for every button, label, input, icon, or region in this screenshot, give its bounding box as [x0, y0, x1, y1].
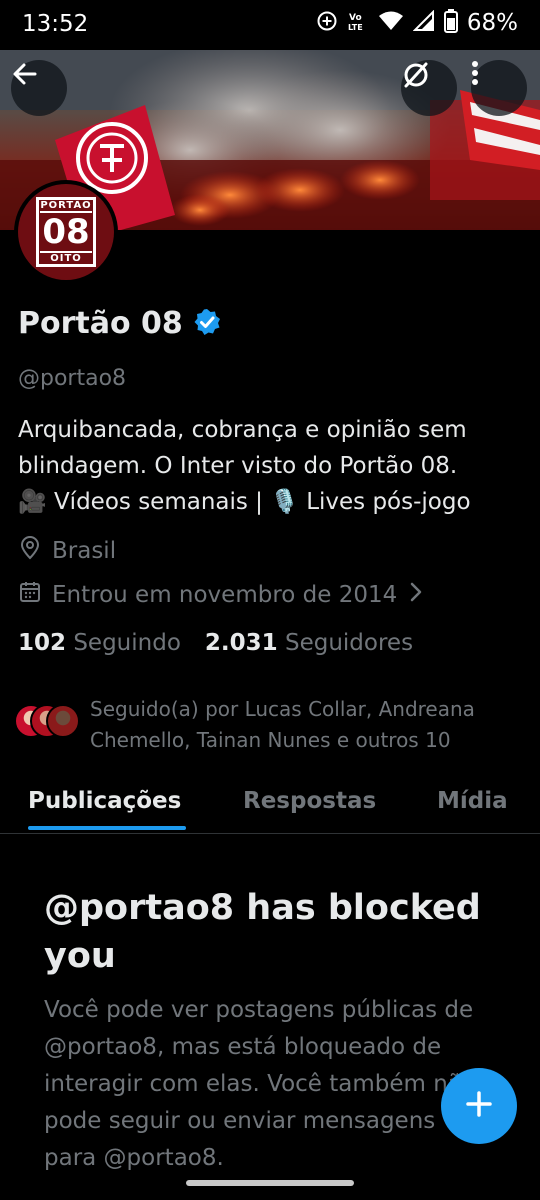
blocked-title: @portao8 has blocked you: [44, 888, 481, 976]
bio-line: Arquibancada, cobrança e opinião sem: [18, 417, 467, 443]
data-saver-icon: [316, 10, 338, 36]
following-count: 102: [18, 630, 67, 656]
status-icons: Vo LTE 68%: [316, 9, 518, 37]
following-link[interactable]: 102 Seguindo: [18, 630, 181, 656]
gesture-nav-handle[interactable]: [186, 1180, 354, 1186]
compose-button[interactable]: [441, 1068, 517, 1144]
plus-icon: [464, 1089, 494, 1123]
profile-bio: Arquibancada, cobrança e opinião sem bli…: [18, 412, 528, 520]
follower-avatar: [46, 704, 80, 738]
profile-stats: 102 Seguindo 2.031 Seguidores: [18, 630, 413, 656]
bio-line: 🎥 Vídeos semanais | 🎙️ Lives pós-jogo: [18, 484, 528, 520]
svg-text:Vo: Vo: [349, 13, 362, 23]
location-pin-icon: [18, 536, 42, 566]
tab-midia[interactable]: Mídia: [437, 788, 508, 814]
svg-text:LTE: LTE: [348, 23, 363, 32]
video-camera-emoji: 🎥: [18, 489, 47, 515]
location-text: Brasil: [52, 538, 117, 564]
battery-icon: [443, 9, 458, 37]
bio-text: Vídeos semanais |: [46, 489, 271, 515]
profile-handle: @portao8: [18, 366, 127, 391]
profile-location: Brasil: [18, 536, 116, 566]
battery-percentage: 68%: [466, 10, 518, 36]
avatar-logo: PORTÃO 08 OITO: [18, 184, 114, 280]
active-tab-indicator: [28, 826, 186, 830]
tab-publicacoes[interactable]: Publicações: [28, 788, 181, 814]
tab-respostas[interactable]: Respostas: [243, 788, 376, 814]
following-label: Seguindo: [73, 630, 181, 656]
bio-text: Lives pós-jogo: [298, 489, 471, 515]
profile-avatar[interactable]: PORTÃO 08 OITO: [14, 180, 118, 284]
avatar-badge: PORTÃO 08 OITO: [36, 197, 96, 267]
grok-button[interactable]: [401, 60, 457, 116]
profile-joined[interactable]: Entrou em novembro de 2014: [18, 580, 425, 610]
avatar-top-text: PORTÃO: [40, 200, 92, 211]
wifi-icon: [378, 10, 404, 36]
followers-link[interactable]: 2.031 Seguidores: [205, 630, 413, 656]
microphone-emoji: 🎙️: [270, 489, 299, 515]
profile-name: Portão 08: [18, 306, 183, 341]
volte-icon: Vo LTE: [347, 10, 369, 36]
status-bar: 13:52 Vo LTE 68%: [0, 0, 540, 50]
avatar-bottom-text: OITO: [50, 253, 82, 264]
avatar-number: 08: [40, 211, 92, 253]
followed-by-text: Seguido(a) por Lucas Collar, Andreana Ch…: [90, 697, 475, 752]
followed-by[interactable]: Seguido(a) por Lucas Collar, Andreana Ch…: [14, 694, 520, 756]
profile-tabs: Publicações Respostas Mídia: [0, 770, 540, 834]
signal-icon: [412, 9, 435, 36]
back-button[interactable]: [11, 60, 67, 116]
verified-badge-icon[interactable]: [193, 308, 221, 340]
joined-text: Entrou em novembro de 2014: [52, 582, 398, 608]
status-time: 13:52: [22, 11, 89, 37]
calendar-icon: [18, 580, 42, 610]
more-options-button[interactable]: [471, 60, 527, 116]
blocked-text: Você pode ver postagens públicas de @por…: [44, 997, 476, 1171]
bio-line: blindagem. O Inter visto do Portão 08.: [18, 453, 458, 479]
followers-label: Seguidores: [284, 630, 414, 656]
profile-name-row: Portão 08: [18, 306, 221, 341]
chevron-right-icon: [407, 581, 425, 609]
follower-avatars: [14, 704, 80, 740]
followers-count: 2.031: [204, 630, 278, 656]
